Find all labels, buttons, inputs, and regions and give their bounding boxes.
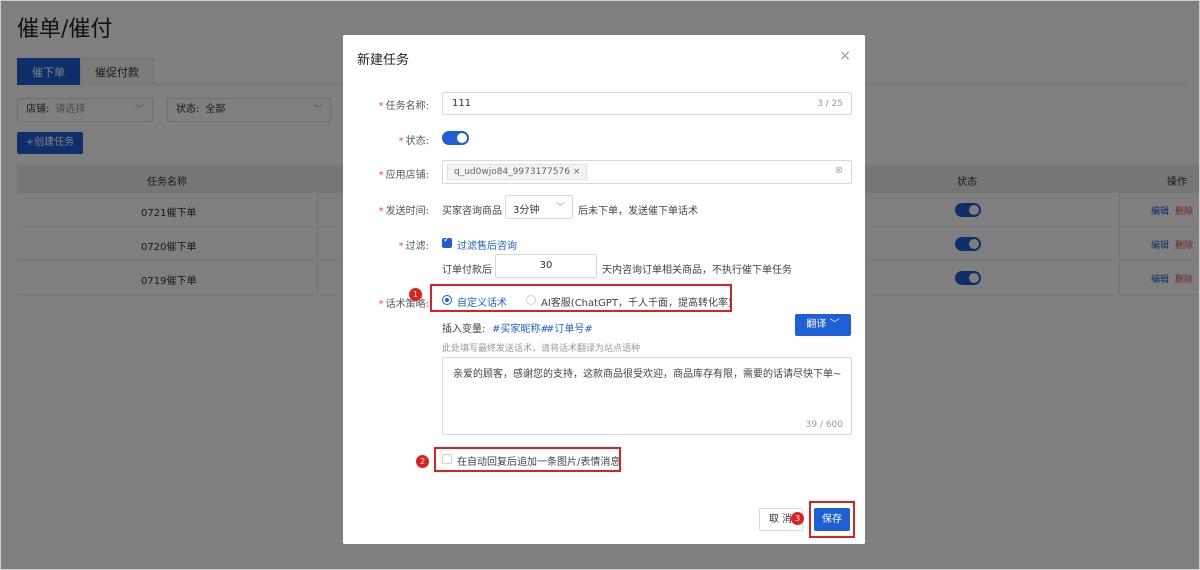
chevron-down-icon: ﹀ [555,203,565,213]
filter-after-sales-checkbox[interactable] [442,235,452,248]
send-time-suffix: 后未下单，发送催下单话术 [578,206,698,217]
insert-var-buyer-nickname[interactable]: #买家昵称# [492,320,549,335]
dialog-title: 新建任务 [357,53,410,68]
status-toggle[interactable] [442,131,469,145]
filter-label: * 过滤: [398,241,429,252]
message-hint: 此处填写最终发送话术，请将话术翻译为站点语种 [442,344,641,354]
order-paid-suffix: 天内咨询订单相关商品，不执行催下单任务 [602,265,792,276]
new-task-dialog: 新建任务 × * 任务名称: 111 3 / 25 * 状态: * 应用店铺: ⊗ q… [343,35,865,544]
message-text: 亲爱的顾客，感谢您的支持，这款商品很受欢迎，商品库存有限，需要的话请尽快下单~ [453,369,842,380]
strategy-ai-label[interactable]: AI客服(ChatGPT，千人千面，提高转化率) [541,294,732,309]
step-badge-3: 3 [791,512,804,525]
strategy-custom-label[interactable]: 自定义话术 [457,294,507,309]
store-label: * 应用店铺: [378,170,429,181]
step-badge-1: 1 [409,288,422,301]
insert-var-order-number[interactable]: #订单号# [546,320,593,335]
chevron-down-icon: ﹀ [829,319,840,330]
tag-close-icon[interactable]: × [573,167,581,177]
append-image-label[interactable]: 在自动回复后追加一条图片/表情消息 [457,453,620,468]
app-window: 催单/催付 催下单 催促付款 店铺:请选择 ﹀ 状态:全部 ﹀ +创建任务 任务… [0,0,1200,570]
task-name-count: 3 / 25 [817,99,843,109]
order-days-value: 30 [539,260,553,271]
task-name-input[interactable]: 111 3 / 25 [442,92,852,115]
clear-icon[interactable]: ⊗ [835,165,843,176]
step-badge-2: 2 [416,455,429,468]
strategy-label: * 话术策略: [378,299,429,310]
highlight-box-save [809,501,855,538]
filter-after-sales-label[interactable]: 过滤售后咨询 [457,237,517,252]
order-paid-prefix: 订单付款后 [442,265,492,276]
send-time-select[interactable]: 3分钟 ﹀ [505,195,573,219]
message-count: 39 / 600 [805,420,843,430]
send-time-prefix: 买家咨询商品 [442,206,502,217]
send-time-label: * 发送时间: [378,206,429,217]
task-name-label: * 任务名称: [378,101,429,112]
status-label: * 状态: [398,136,429,147]
strategy-ai-radio[interactable] [526,295,536,305]
insert-vars-label: 插入变量: [442,324,486,335]
message-textarea[interactable]: 亲爱的顾客，感谢您的支持，这款商品很受欢迎，商品库存有限，需要的话请尽快下单~ … [442,357,852,435]
translate-button[interactable]: 翻译 ﹀ [795,314,851,336]
append-image-checkbox[interactable] [442,454,452,464]
send-time-value: 3分钟 [513,205,540,216]
store-tag: q_ud0wjo84_9973177576 × [447,164,588,180]
strategy-custom-radio[interactable] [442,295,452,305]
task-name-value: 111 [452,98,472,109]
order-days-input[interactable]: 30 [495,254,597,278]
close-icon[interactable]: × [839,48,851,64]
